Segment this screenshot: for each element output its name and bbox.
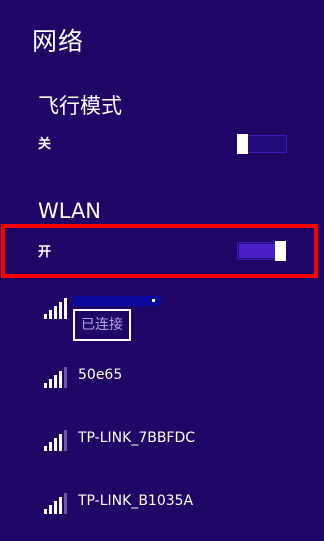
network-name: TP-LINK_7BBFDC: [78, 430, 196, 446]
network-name: 50e65: [78, 367, 123, 383]
wlan-toggle-fill: [239, 244, 275, 258]
airplane-mode-toggle-thumb[interactable]: [237, 134, 248, 154]
airplane-mode-heading: 飞行模式: [38, 94, 122, 118]
network-name: TP-LINK_B1035A: [78, 493, 194, 509]
wlan-heading: WLAN: [38, 199, 102, 223]
network-item[interactable]: 50e65: [0, 358, 324, 398]
airplane-mode-state-label: 关: [38, 137, 52, 152]
network-name-redacted: [73, 296, 161, 306]
wifi-signal-icon: [44, 367, 68, 388]
wifi-signal-icon: [44, 298, 68, 319]
wifi-signal-icon: [44, 493, 68, 514]
network-item[interactable]: TP-LINK_B1035A: [0, 484, 324, 524]
wlan-state-label: 开: [38, 245, 52, 260]
network-item-connected[interactable]: [0, 290, 324, 346]
connected-status-badge: 已连接: [73, 309, 131, 341]
wlan-toggle-thumb[interactable]: [275, 241, 286, 261]
network-item[interactable]: TP-LINK_7BBFDC: [0, 421, 324, 461]
wifi-signal-icon: [44, 430, 68, 451]
panel-title: 网络: [32, 27, 85, 56]
wlan-toggle[interactable]: [237, 241, 286, 261]
airplane-mode-toggle[interactable]: [237, 134, 287, 154]
